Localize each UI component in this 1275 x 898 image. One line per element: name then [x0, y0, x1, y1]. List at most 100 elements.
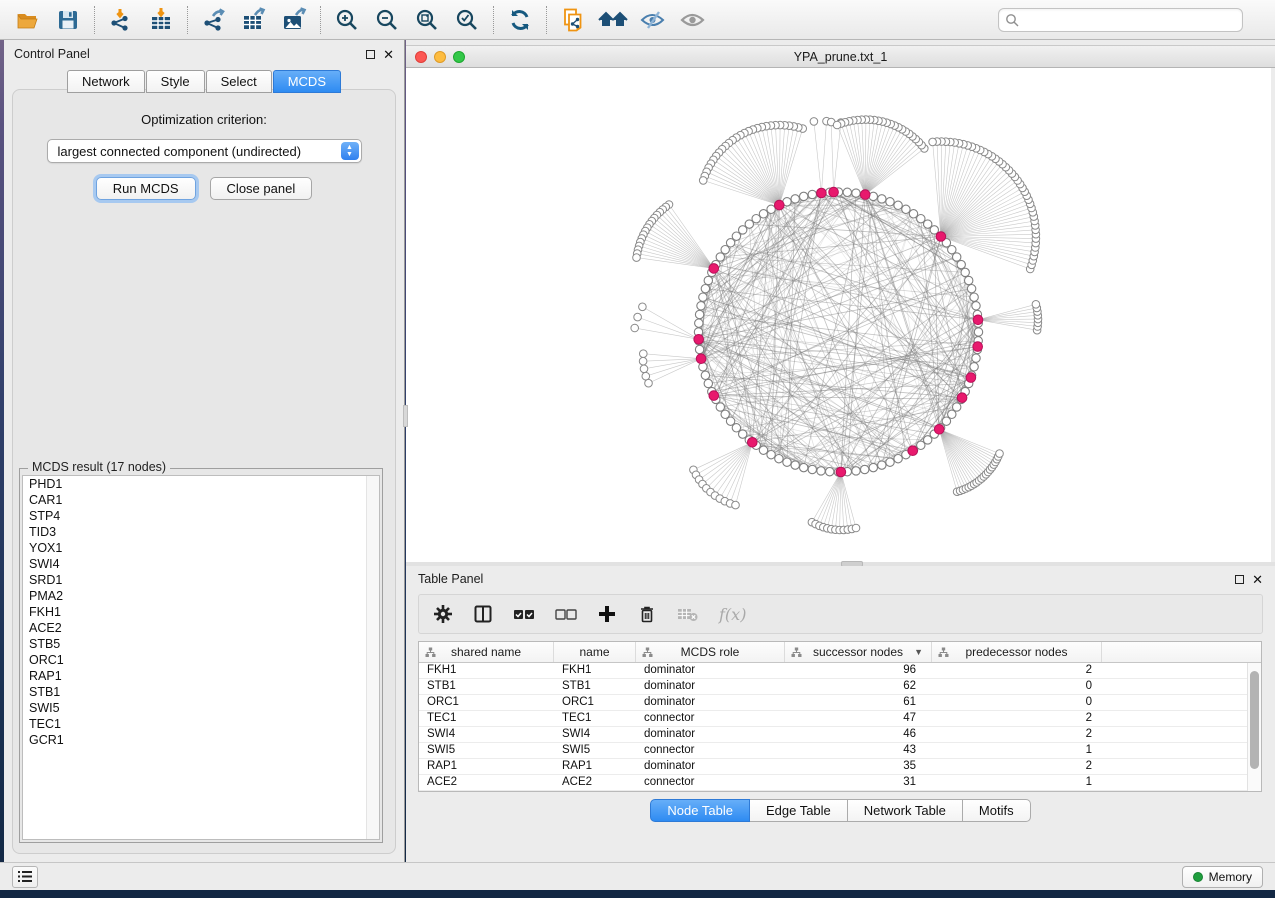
table-row[interactable]: TEC1TEC1connector472: [419, 711, 1247, 727]
table-cell[interactable]: SWI5: [419, 743, 554, 758]
table-cell[interactable]: ORC1: [554, 695, 636, 710]
tab-motifs[interactable]: Motifs: [963, 799, 1031, 822]
search-input[interactable]: [1023, 13, 1236, 27]
float-panel-icon[interactable]: [366, 50, 375, 59]
select-all-button[interactable]: [513, 607, 535, 621]
delete-column-button[interactable]: [637, 604, 657, 624]
import-table-button[interactable]: [141, 3, 181, 37]
network-view-canvas[interactable]: [406, 68, 1271, 562]
table-cell[interactable]: [1102, 695, 1247, 710]
mcds-result-item[interactable]: PMA2: [23, 588, 379, 604]
tab-node-table[interactable]: Node Table: [650, 799, 750, 822]
mcds-result-item[interactable]: STP4: [23, 508, 379, 524]
table-cell[interactable]: 0: [932, 679, 1102, 694]
table-row[interactable]: SWI4SWI4dominator462: [419, 727, 1247, 743]
network-window-titlebar[interactable]: YPA_prune.txt_1: [406, 45, 1275, 68]
table-row[interactable]: FKH1FKH1dominator962: [419, 663, 1247, 679]
table-scrollbar-thumb[interactable]: [1250, 671, 1259, 769]
mcds-result-list[interactable]: PHD1CAR1STP4TID3YOX1SWI4SRD1PMA2FKH1ACE2…: [22, 475, 380, 840]
mcds-result-item[interactable]: ORC1: [23, 652, 379, 668]
optimization-criterion-select[interactable]: largest connected component (undirected)…: [47, 139, 362, 163]
table-cell[interactable]: TEC1: [554, 711, 636, 726]
table-cell[interactable]: [1102, 775, 1247, 790]
search-field[interactable]: [998, 8, 1243, 32]
table-cell[interactable]: [1102, 711, 1247, 726]
run-mcds-button[interactable]: Run MCDS: [96, 177, 196, 200]
table-cell[interactable]: 47: [785, 711, 932, 726]
table-cell[interactable]: 2: [932, 759, 1102, 774]
mcds-list-scrollbar[interactable]: [366, 476, 379, 839]
table-cell[interactable]: [1102, 743, 1247, 758]
table-cell[interactable]: 2: [932, 727, 1102, 742]
mcds-result-item[interactable]: TEC1: [23, 716, 379, 732]
tab-network-table[interactable]: Network Table: [848, 799, 963, 822]
mcds-result-item[interactable]: STB1: [23, 684, 379, 700]
table-cell[interactable]: STB1: [419, 679, 554, 694]
column-header-mcds-role[interactable]: MCDS role: [636, 642, 785, 662]
network-graph[interactable]: [406, 68, 1271, 562]
table-cell[interactable]: 96: [785, 663, 932, 678]
export-table-button[interactable]: [234, 3, 274, 37]
close-panel-button[interactable]: Close panel: [210, 177, 313, 200]
table-cell[interactable]: SWI4: [554, 727, 636, 742]
table-cell[interactable]: RAP1: [554, 759, 636, 774]
table-cell[interactable]: ORC1: [419, 695, 554, 710]
node-table[interactable]: shared name name MCDS role successor nod…: [418, 641, 1262, 792]
table-settings-button[interactable]: [433, 604, 453, 624]
table-cell[interactable]: [1102, 759, 1247, 774]
mcds-result-item[interactable]: FKH1: [23, 604, 379, 620]
add-column-button[interactable]: [597, 604, 617, 624]
node-table-body[interactable]: FKH1FKH1dominator962STB1STB1dominator620…: [419, 663, 1247, 791]
table-cell[interactable]: [1102, 679, 1247, 694]
column-header-successor-nodes[interactable]: successor nodes ▼: [785, 642, 932, 662]
tab-mcds[interactable]: MCDS: [273, 70, 341, 93]
table-cell[interactable]: 1: [932, 743, 1102, 758]
table-cell[interactable]: FKH1: [554, 663, 636, 678]
close-table-panel-icon[interactable]: ✕: [1252, 575, 1263, 584]
table-cell[interactable]: ACE2: [554, 775, 636, 790]
duplicate-network-button[interactable]: [553, 3, 593, 37]
table-cell[interactable]: [1102, 663, 1247, 678]
task-history-button[interactable]: [12, 866, 38, 888]
table-cell[interactable]: connector: [636, 743, 785, 758]
mcds-result-item[interactable]: SRD1: [23, 572, 379, 588]
table-cell[interactable]: SWI4: [419, 727, 554, 742]
save-session-button[interactable]: [48, 3, 88, 37]
import-network-button[interactable]: [101, 3, 141, 37]
tab-edge-table[interactable]: Edge Table: [750, 799, 848, 822]
table-cell[interactable]: dominator: [636, 695, 785, 710]
table-scrollbar[interactable]: [1247, 663, 1261, 791]
table-cell[interactable]: 0: [932, 695, 1102, 710]
table-cell[interactable]: FKH1: [419, 663, 554, 678]
table-cell[interactable]: dominator: [636, 663, 785, 678]
mcds-result-item[interactable]: RAP1: [23, 668, 379, 684]
table-cell[interactable]: 2: [932, 663, 1102, 678]
table-cell[interactable]: connector: [636, 711, 785, 726]
column-header-name[interactable]: name: [554, 642, 636, 662]
deselect-all-button[interactable]: [555, 607, 577, 621]
table-cell[interactable]: dominator: [636, 759, 785, 774]
zoom-in-button[interactable]: [327, 3, 367, 37]
mcds-result-item[interactable]: SWI5: [23, 700, 379, 716]
table-row[interactable]: ORC1ORC1dominator610: [419, 695, 1247, 711]
table-cell[interactable]: TEC1: [419, 711, 554, 726]
table-cell[interactable]: [1102, 727, 1247, 742]
table-cell[interactable]: 2: [932, 711, 1102, 726]
zoom-fit-button[interactable]: [407, 3, 447, 37]
vertical-splitter-grip[interactable]: [403, 405, 408, 427]
refresh-button[interactable]: [500, 3, 540, 37]
export-network-button[interactable]: [194, 3, 234, 37]
mcds-result-item[interactable]: SWI4: [23, 556, 379, 572]
float-table-panel-icon[interactable]: [1235, 575, 1244, 584]
zoom-out-button[interactable]: [367, 3, 407, 37]
table-row[interactable]: RAP1RAP1dominator352: [419, 759, 1247, 775]
table-cell[interactable]: 1: [932, 775, 1102, 790]
mcds-result-item[interactable]: GCR1: [23, 732, 379, 748]
table-cell[interactable]: SWI5: [554, 743, 636, 758]
table-row[interactable]: SWI5SWI5connector431: [419, 743, 1247, 759]
tab-network[interactable]: Network: [67, 70, 145, 93]
table-cell[interactable]: dominator: [636, 679, 785, 694]
tab-style[interactable]: Style: [146, 70, 205, 93]
table-cell[interactable]: 61: [785, 695, 932, 710]
table-cell[interactable]: 62: [785, 679, 932, 694]
